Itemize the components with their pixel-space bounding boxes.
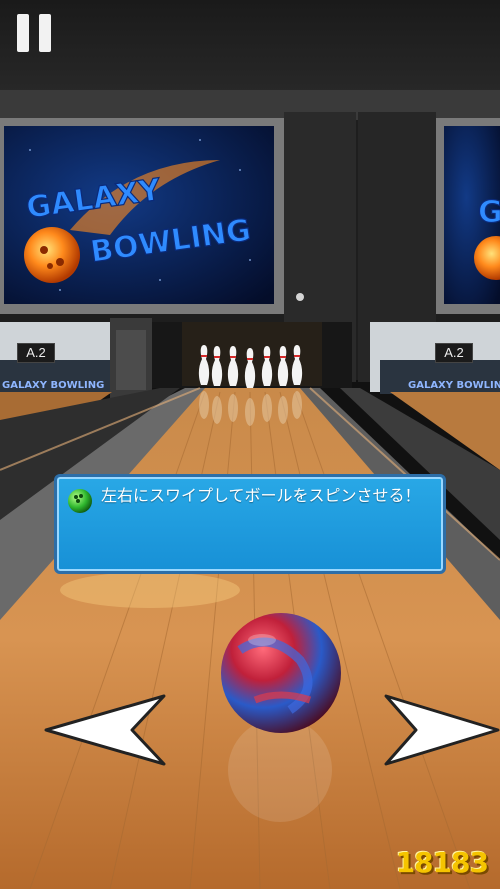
hint-panel: 左右にスワイプしてボールをスピンさせる！ (54, 474, 446, 574)
pause-button[interactable] (14, 14, 54, 52)
hint-text: 左右にスワイプしてボールをスピンさせる！ (101, 486, 421, 505)
logo-right-partial: GALAXY (478, 195, 500, 230)
watermark-logo: 18183 (395, 846, 489, 879)
lane-label-left: A.2 (17, 343, 55, 363)
pause-icon (17, 14, 29, 52)
green-ball-icon (68, 489, 92, 513)
pause-icon (39, 14, 51, 52)
arrow-right-icon[interactable] (384, 694, 500, 766)
logo-small-left: GALAXY BOWLING (2, 380, 104, 391)
arrow-left-icon[interactable] (44, 694, 166, 766)
lane-label-right: A.2 (435, 343, 473, 363)
logo-small-right: GALAXY BOWLING (408, 380, 500, 391)
